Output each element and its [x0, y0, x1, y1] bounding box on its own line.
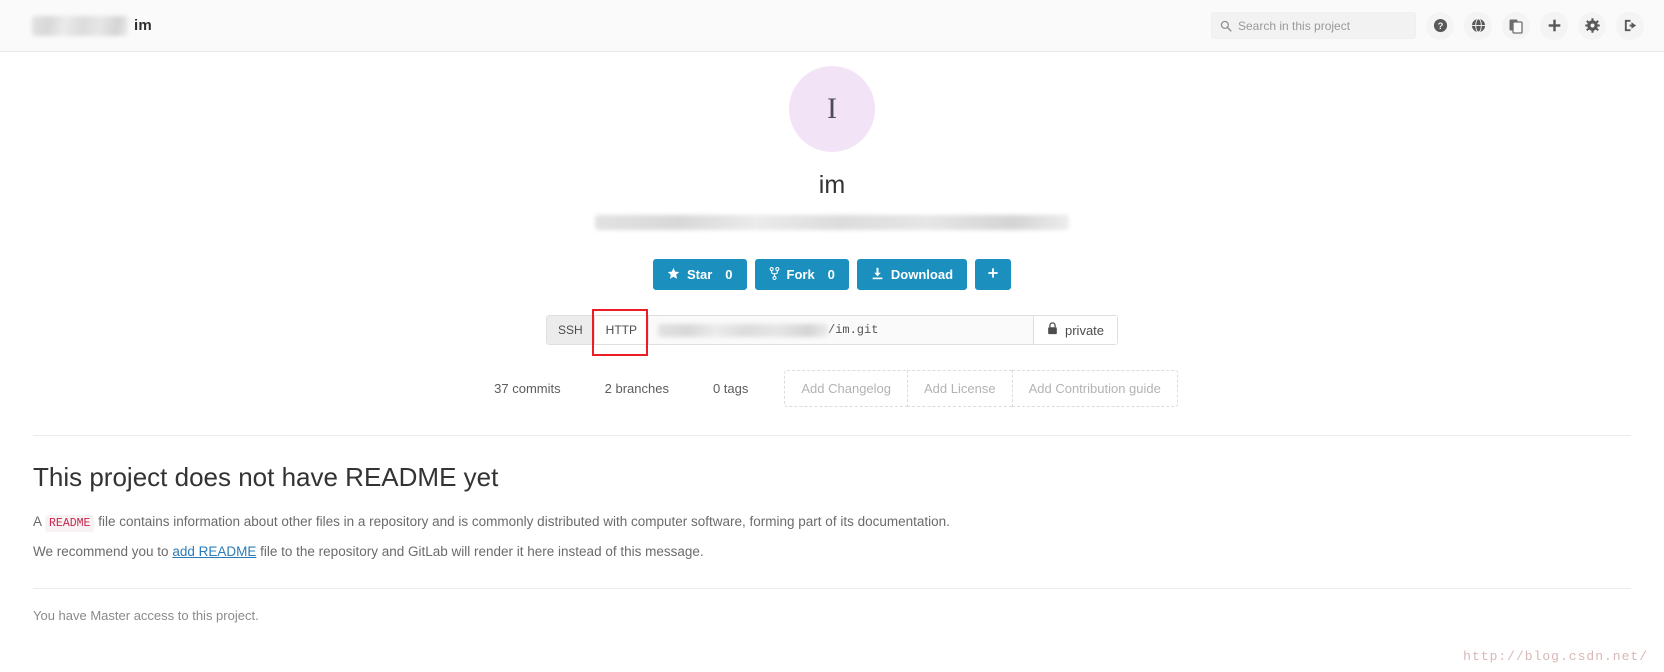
- project-header: I im Star 0 Fork 0 Download SSH HTTP /im…: [0, 52, 1664, 407]
- lock-icon: [1047, 322, 1058, 338]
- clone-url-path: /im.git: [828, 323, 879, 337]
- project-breadcrumb-name[interactable]: im: [134, 17, 152, 34]
- sign-out-icon[interactable]: [1616, 11, 1644, 40]
- readme-line-2: We recommend you to add README file to t…: [33, 542, 1631, 563]
- star-count: 0: [725, 267, 733, 282]
- project-stats-row: 37 commits 2 branches 0 tags Add Changel…: [0, 370, 1664, 407]
- add-contribution-guide-button[interactable]: Add Contribution guide: [1011, 370, 1178, 407]
- visibility-label: private: [1065, 322, 1105, 338]
- help-icon[interactable]: ?: [1426, 11, 1454, 40]
- avatar: I: [789, 66, 875, 152]
- watermark: http://blog.csdn.net/: [1463, 649, 1648, 664]
- fork-button-label: Fork: [786, 267, 815, 282]
- download-icon: [871, 267, 884, 282]
- readme-line1-prefix: A: [33, 514, 42, 529]
- readme-empty-state: This project does not have README yet A …: [0, 436, 1664, 563]
- svg-text:?: ?: [1437, 21, 1443, 31]
- fork-count: 0: [827, 267, 835, 282]
- add-changelog-button[interactable]: Add Changelog: [784, 370, 908, 407]
- readme-code-token: README: [45, 515, 95, 532]
- readme-line2-prefix: We recommend you to: [33, 543, 169, 559]
- star-button[interactable]: Star 0: [652, 259, 747, 290]
- top-navbar: im ?: [0, 0, 1664, 52]
- clone-url-field[interactable]: /im.git: [649, 316, 1034, 344]
- group-name-redacted: [32, 15, 128, 36]
- project-action-buttons: Star 0 Fork 0 Download: [0, 259, 1664, 290]
- search-icon: [1220, 20, 1232, 32]
- clone-widget: SSH HTTP /im.git private: [545, 309, 1119, 356]
- commits-stat[interactable]: 37 commits: [486, 370, 582, 407]
- branches-stat[interactable]: 2 branches: [583, 370, 691, 407]
- fork-button[interactable]: Fork 0: [754, 259, 849, 290]
- search-input[interactable]: [1238, 18, 1407, 33]
- clone-url-host-redacted: [658, 323, 828, 337]
- navbar-right-actions: ?: [1211, 11, 1644, 40]
- add-license-button[interactable]: Add License: [907, 370, 1012, 407]
- copy-files-icon[interactable]: [1502, 11, 1530, 40]
- tags-stat[interactable]: 0 tags: [691, 370, 770, 407]
- clone-tab-ssh[interactable]: SSH: [546, 316, 595, 344]
- readme-line1-suffix: file contains information about other fi…: [98, 514, 950, 529]
- visibility-badge: private: [1034, 316, 1118, 344]
- clone-tab-http[interactable]: HTTP: [591, 309, 649, 356]
- project-home-page: im ?: [0, 0, 1664, 672]
- breadcrumb[interactable]: im: [32, 15, 152, 36]
- project-description-redacted: [595, 215, 1069, 230]
- add-buttons-group: Add Changelog Add License Add Contributi…: [784, 370, 1178, 407]
- readme-line-1: A README file contains information about…: [33, 512, 1631, 533]
- clone-row: SSH HTTP /im.git private: [0, 309, 1664, 356]
- star-icon: [667, 267, 680, 282]
- plus-icon[interactable]: [1540, 11, 1568, 40]
- globe-icon[interactable]: [1464, 11, 1492, 40]
- star-button-label: Star: [686, 267, 713, 282]
- search-box[interactable]: [1211, 12, 1416, 39]
- gear-icon[interactable]: [1578, 11, 1606, 40]
- plus-icon: [987, 267, 999, 282]
- add-readme-link[interactable]: add README: [172, 544, 256, 559]
- access-note: You have Master access to this project.: [33, 607, 259, 623]
- download-button-label: Download: [890, 267, 954, 282]
- readme-line2-suffix: file to the repository and GitLab will r…: [260, 543, 704, 559]
- page-title: im: [818, 171, 846, 199]
- download-button[interactable]: Download: [856, 259, 968, 290]
- fork-icon: [769, 266, 780, 282]
- readme-heading: This project does not have README yet: [33, 462, 499, 492]
- more-actions-button[interactable]: [975, 259, 1012, 290]
